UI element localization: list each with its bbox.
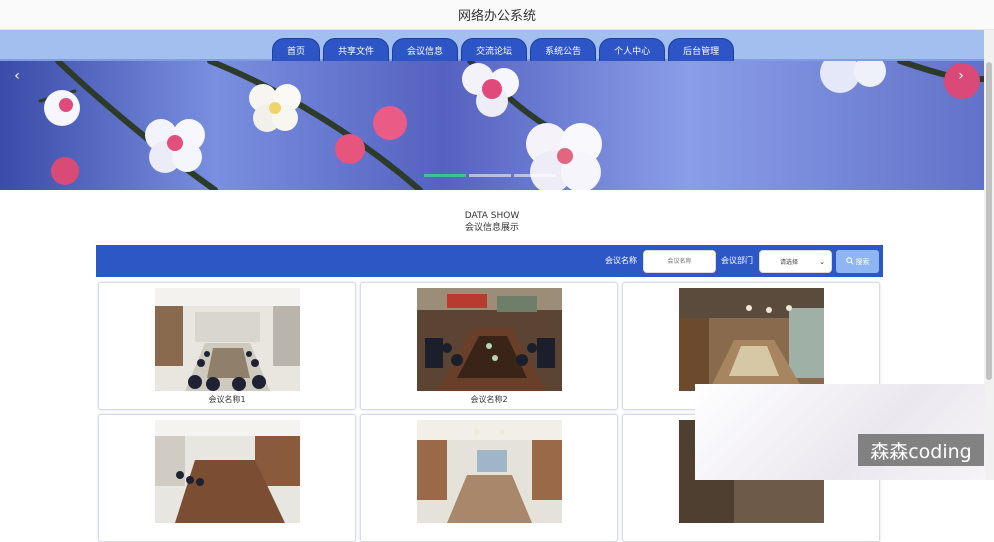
meeting-room-photo bbox=[155, 420, 300, 523]
carousel-dot[interactable] bbox=[469, 174, 511, 177]
nav-tab-admin[interactable]: 后台管理 bbox=[668, 38, 735, 61]
title-bar: 网络办公系统 bbox=[0, 0, 994, 30]
meeting-room-photo bbox=[155, 288, 300, 391]
meeting-card[interactable] bbox=[360, 414, 618, 542]
meeting-room-photo bbox=[417, 288, 562, 391]
meeting-room-photo bbox=[679, 288, 824, 391]
meeting-dept-selected: 请选择 bbox=[780, 259, 799, 266]
chevron-down-icon: ⌄ bbox=[819, 257, 825, 266]
site-title: 网络办公系统 bbox=[457, 9, 536, 24]
carousel-dot[interactable] bbox=[424, 174, 466, 177]
nav-tabs: 首页 共享文件 会议信息 交流论坛 系统公告 个人中心 后台管理 bbox=[272, 38, 735, 61]
page-scrollbar-thumb[interactable] bbox=[986, 62, 992, 380]
meeting-name-input[interactable] bbox=[643, 250, 716, 273]
watermark-text: 森森coding bbox=[870, 440, 972, 463]
section-title-en: DATA SHOW bbox=[464, 211, 520, 221]
banner-image bbox=[38, 61, 984, 190]
search-icon bbox=[845, 256, 854, 267]
carousel-indicators bbox=[424, 174, 556, 177]
section-title-cn: 会议信息展示 bbox=[464, 223, 519, 233]
meeting-card[interactable]: 会议名称1 bbox=[98, 282, 356, 410]
meeting-card[interactable]: 会议名称2 bbox=[360, 282, 618, 410]
nav-bar: 首页 共享文件 会议信息 交流论坛 系统公告 个人中心 后台管理 bbox=[0, 30, 984, 61]
meeting-card-caption: 会议名称2 bbox=[470, 395, 508, 404]
search-button[interactable]: 搜索 bbox=[836, 250, 879, 273]
nav-tab-personal-center[interactable]: 个人中心 bbox=[599, 38, 666, 61]
section-heading: DATA SHOW 会议信息展示 bbox=[0, 210, 984, 235]
meeting-dept-select[interactable]: 请选择 ⌄ bbox=[759, 250, 832, 273]
nav-tab-shared-files[interactable]: 共享文件 bbox=[323, 38, 390, 61]
watermark: 森森coding bbox=[858, 434, 984, 466]
nav-tab-forum[interactable]: 交流论坛 bbox=[461, 38, 528, 61]
meeting-card[interactable] bbox=[98, 414, 356, 542]
banner-carousel[interactable]: ‹ › bbox=[0, 61, 984, 190]
meeting-card-caption: 会议名称1 bbox=[208, 395, 246, 404]
nav-tab-announcements[interactable]: 系统公告 bbox=[530, 38, 597, 61]
nav-tab-home[interactable]: 首页 bbox=[272, 38, 321, 61]
carousel-prev-icon[interactable]: ‹ bbox=[8, 67, 26, 85]
search-button-label: 搜索 bbox=[855, 257, 870, 266]
nav-tab-meeting-info[interactable]: 会议信息 bbox=[392, 38, 459, 61]
carousel-next-icon[interactable]: › bbox=[952, 67, 970, 85]
search-bar: 会议名称 会议部门 请选择 ⌄ 搜索 bbox=[96, 245, 883, 277]
meeting-room-photo bbox=[417, 420, 562, 523]
meeting-name-label: 会议名称 bbox=[605, 256, 637, 265]
carousel-dot[interactable] bbox=[514, 174, 556, 177]
meeting-dept-label: 会议部门 bbox=[721, 256, 753, 265]
